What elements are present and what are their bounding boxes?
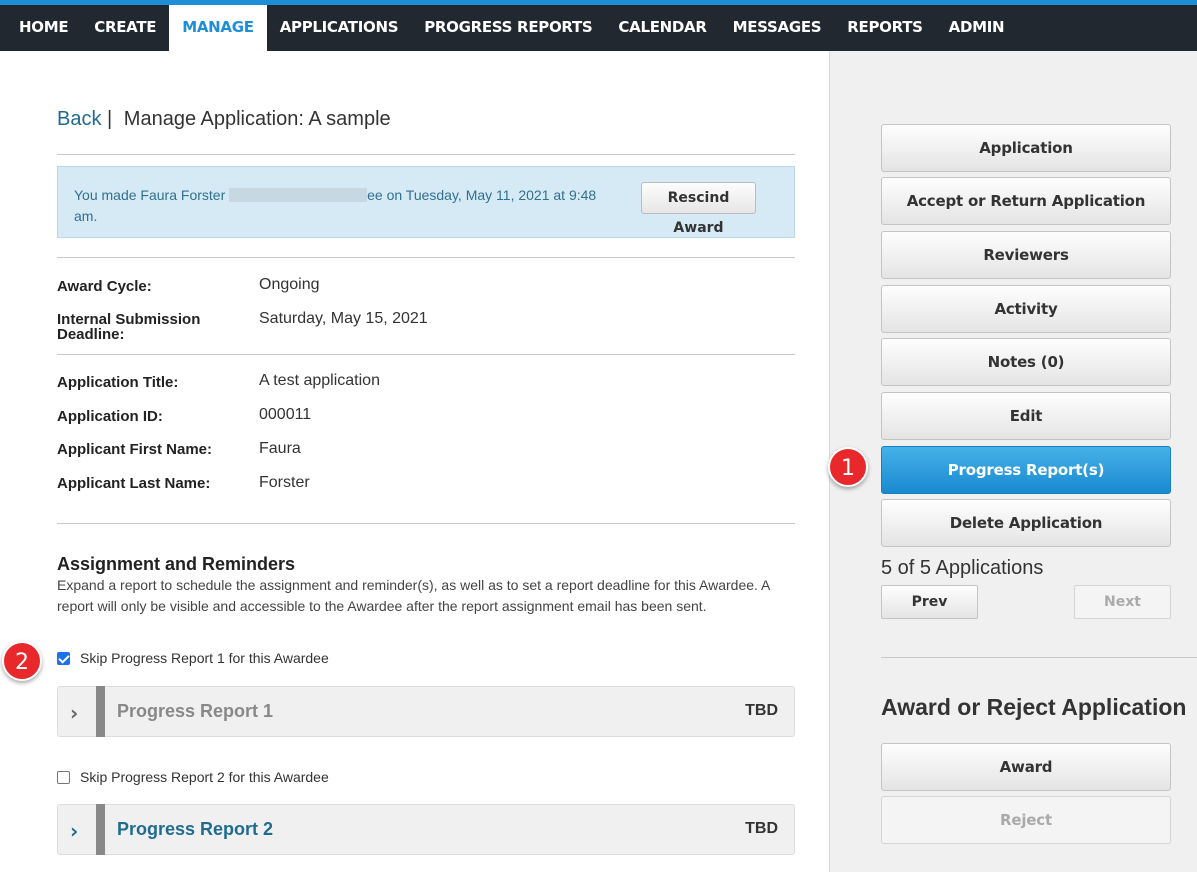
skip-report-1-label[interactable]: Skip Progress Report 1 for this Awardee <box>80 650 329 666</box>
back-link[interactable]: Back <box>57 108 101 130</box>
deadline-label: Internal Submission Deadline: <box>57 311 201 343</box>
status-bar <box>96 686 105 737</box>
right-sidebar: Application Accept or Return Application… <box>829 51 1197 872</box>
skip-report-1-checkbox[interactable] <box>57 651 70 665</box>
award-notice-text: You made Faura Forster ee on Tuesday, Ma… <box>74 185 604 227</box>
progress-report-2-title[interactable]: Progress Report 2 <box>117 819 273 840</box>
application-title-label: Application Title: <box>57 374 179 391</box>
skip-report-1-row[interactable]: Skip Progress Report 1 for this Awardee <box>57 650 329 666</box>
nav-create[interactable]: CREATE <box>81 5 169 51</box>
prev-button[interactable]: Prev <box>881 585 978 619</box>
divider <box>57 257 795 258</box>
skip-report-2-row[interactable]: Skip Progress Report 2 for this Awardee <box>57 769 329 785</box>
last-name-label: Applicant Last Name: <box>57 475 211 492</box>
skip-report-2-label[interactable]: Skip Progress Report 2 for this Awardee <box>80 769 329 785</box>
progress-report-2-status: TBD <box>745 820 778 837</box>
progress-report-1-panel[interactable]: › Progress Report 1 TBD <box>57 686 795 737</box>
deadline-value: Saturday, May 15, 2021 <box>259 310 428 327</box>
assignment-description: Expand a report to schedule the assignme… <box>57 577 770 614</box>
nav-home[interactable]: HOME <box>6 5 81 51</box>
next-button[interactable]: Next <box>1074 585 1171 619</box>
application-button[interactable]: Application <box>881 124 1171 172</box>
reject-button[interactable]: Reject <box>881 796 1171 844</box>
divider <box>57 154 795 155</box>
award-reject-title: Award or Reject Application <box>881 694 1187 720</box>
page-title: Manage Application: A sample <box>123 108 391 130</box>
chevron-right-icon[interactable]: › <box>70 701 78 725</box>
divider <box>57 354 795 355</box>
award-cycle-label: Award Cycle: <box>57 278 152 295</box>
breadcrumb-separator: | <box>107 108 113 130</box>
assignment-title: Assignment and Reminders <box>57 554 296 574</box>
main-nav: HOME CREATE MANAGE APPLICATIONS PROGRESS… <box>0 5 1197 51</box>
application-count: 5 of 5 Applications <box>881 557 1044 579</box>
first-name-value: Faura <box>259 440 301 457</box>
divider <box>57 523 795 524</box>
callout-marker-2: 2 <box>2 641 42 681</box>
nav-applications[interactable]: APPLICATIONS <box>267 5 412 51</box>
application-title-value: A test application <box>259 372 380 389</box>
progress-report-2-panel[interactable]: › Progress Report 2 TBD <box>57 804 795 855</box>
application-id-label: Application ID: <box>57 408 163 425</box>
breadcrumb: Back | Manage Application: A sample <box>57 108 391 131</box>
nav-calendar[interactable]: CALENDAR <box>605 5 719 51</box>
progress-report-1-title[interactable]: Progress Report 1 <box>117 701 273 722</box>
rescind-award-button[interactable]: Rescind Award <box>641 182 756 236</box>
progress-reports-button[interactable]: Progress Report(s) <box>881 446 1171 494</box>
delete-application-button[interactable]: Delete Application <box>881 499 1171 547</box>
nav-messages[interactable]: MESSAGES <box>720 5 835 51</box>
status-bar <box>96 804 105 855</box>
progress-report-1-status: TBD <box>745 702 778 719</box>
top-nav-bar: HOME CREATE MANAGE APPLICATIONS PROGRESS… <box>0 0 1197 51</box>
award-cycle-value: Ongoing <box>259 276 320 293</box>
chevron-right-icon[interactable]: › <box>70 819 78 843</box>
reviewers-button[interactable]: Reviewers <box>881 231 1171 279</box>
notes-button[interactable]: Notes (0) <box>881 338 1171 386</box>
divider <box>881 657 1197 658</box>
last-name-value: Forster <box>259 474 310 491</box>
accept-return-button[interactable]: Accept or Return Application <box>881 177 1171 225</box>
skip-report-2-checkbox[interactable] <box>57 770 70 784</box>
edit-button[interactable]: Edit <box>881 392 1171 440</box>
callout-marker-1: 1 <box>828 447 868 487</box>
nav-admin[interactable]: ADMIN <box>936 5 1018 51</box>
redacted-text <box>229 188 368 202</box>
notice-text-before: You made Faura Forster <box>74 187 226 203</box>
application-id-value: 000011 <box>259 406 312 423</box>
nav-manage[interactable]: MANAGE <box>169 5 267 51</box>
nav-reports[interactable]: REPORTS <box>834 5 935 51</box>
first-name-label: Applicant First Name: <box>57 441 213 458</box>
nav-progress-reports[interactable]: PROGRESS REPORTS <box>411 5 605 51</box>
award-notice: You made Faura Forster ee on Tuesday, Ma… <box>57 166 795 238</box>
activity-button[interactable]: Activity <box>881 285 1171 333</box>
award-button[interactable]: Award <box>881 743 1171 791</box>
